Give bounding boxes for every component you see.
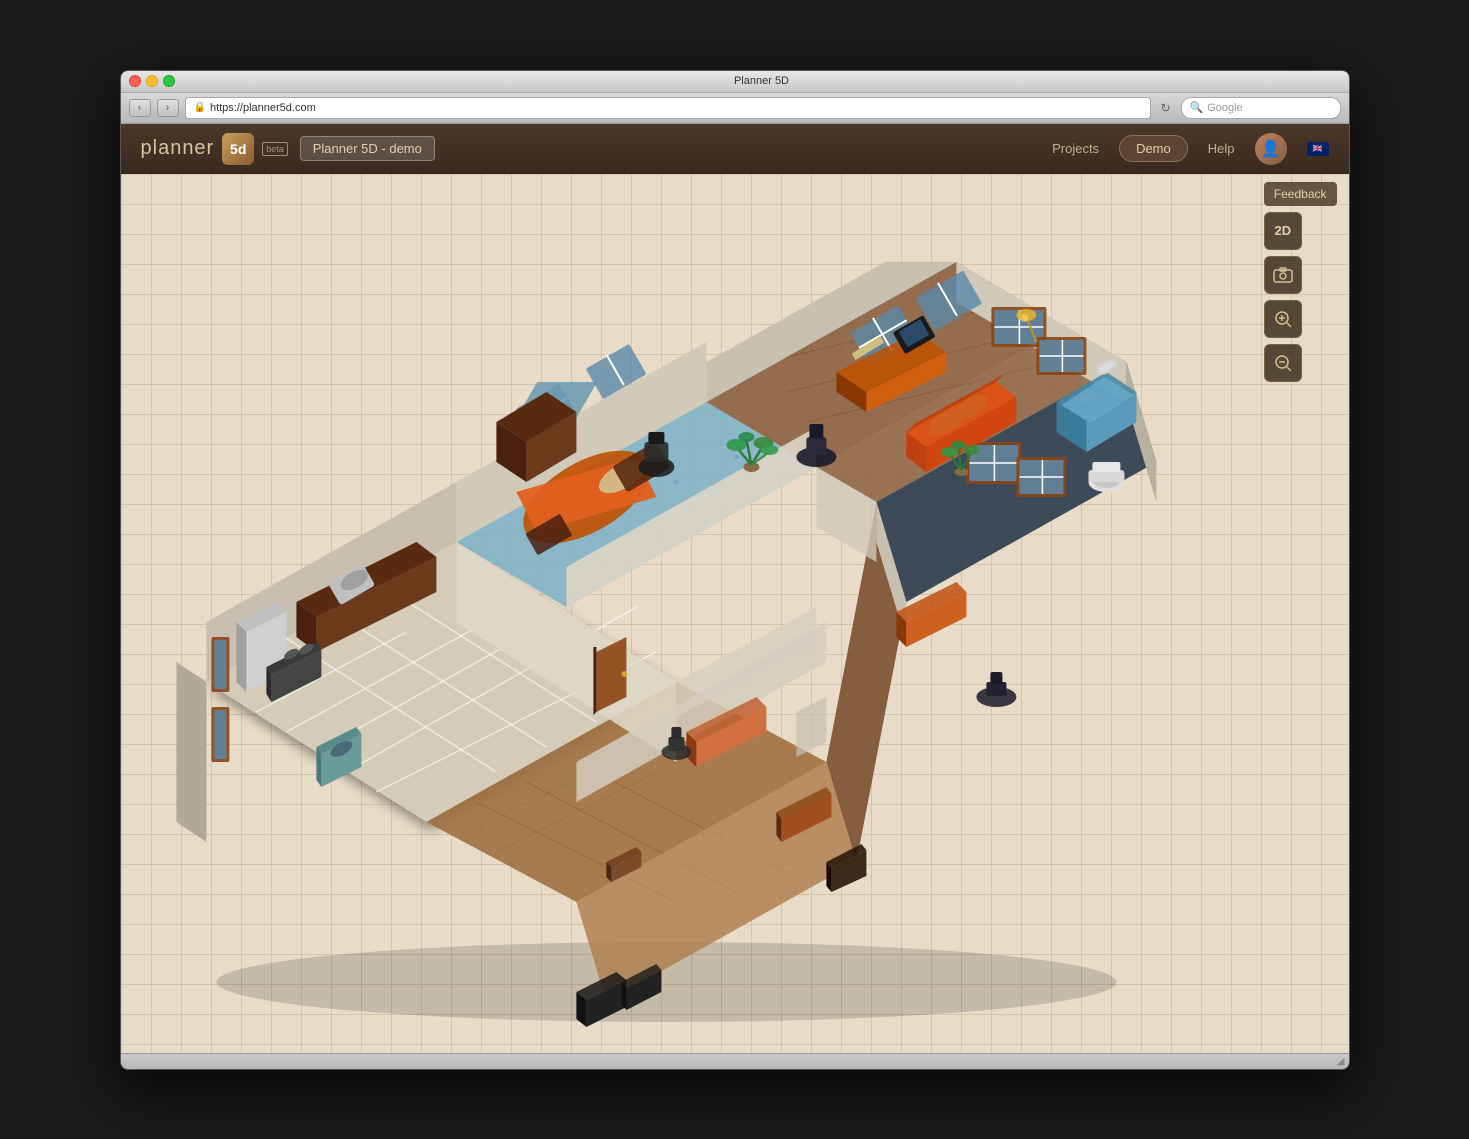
user-avatar[interactable]: 👤 <box>1255 133 1287 165</box>
title-bar: Planner 5D <box>121 71 1349 93</box>
secure-icon: 🔒 <box>194 102 206 113</box>
mac-window: Planner 5D ‹ › 🔒 https://planner5d.com ↻… <box>120 70 1350 1070</box>
zoom-out-button[interactable] <box>1264 344 1302 382</box>
view-2d-button[interactable]: 2D <box>1264 212 1302 250</box>
demo-button[interactable]: Demo <box>1119 135 1188 162</box>
beta-badge: beta <box>262 142 288 156</box>
right-panel: Feedback 2D <box>1264 182 1337 382</box>
back-button[interactable]: ‹ <box>129 99 151 117</box>
search-bar[interactable]: 🔍 Google <box>1181 97 1341 119</box>
zoom-in-button[interactable] <box>1264 300 1302 338</box>
project-name-button[interactable]: Planner 5D - demo <box>300 136 435 161</box>
window-title: Planner 5D <box>183 75 1341 87</box>
browser-chrome: ‹ › 🔒 https://planner5d.com ↻ 🔍 Google <box>121 93 1349 124</box>
address-bar[interactable]: 🔒 https://planner5d.com <box>185 97 1151 119</box>
refresh-button[interactable]: ↻ <box>1157 99 1175 117</box>
search-placeholder: Google <box>1207 102 1242 114</box>
window-bottom: ◢ <box>121 1053 1349 1069</box>
url-text: https://planner5d.com <box>210 102 316 114</box>
logo-area: planner 5d beta <box>141 133 288 165</box>
floor-plan <box>176 262 1156 1042</box>
header-nav: Projects Demo Help 👤 🇬🇧 <box>1052 133 1328 165</box>
main-canvas[interactable]: Feedback 2D <box>121 174 1349 1053</box>
minimize-button[interactable] <box>146 75 158 87</box>
app-header: planner 5d beta Planner 5D - demo Projec… <box>121 124 1349 174</box>
search-icon: 🔍 <box>1190 101 1204 114</box>
logo-text: planner <box>141 137 215 160</box>
projects-nav-link[interactable]: Projects <box>1052 141 1099 156</box>
help-nav-link[interactable]: Help <box>1208 141 1235 156</box>
maximize-button[interactable] <box>163 75 175 87</box>
language-flag-icon[interactable]: 🇬🇧 <box>1307 142 1329 156</box>
feedback-button[interactable]: Feedback <box>1264 182 1337 206</box>
close-button[interactable] <box>129 75 141 87</box>
resize-grip[interactable]: ◢ <box>1337 1056 1345 1067</box>
screenshot-button[interactable] <box>1264 256 1302 294</box>
traffic-lights <box>129 75 175 87</box>
logo-icon: 5d <box>222 133 254 165</box>
forward-button[interactable]: › <box>157 99 179 117</box>
